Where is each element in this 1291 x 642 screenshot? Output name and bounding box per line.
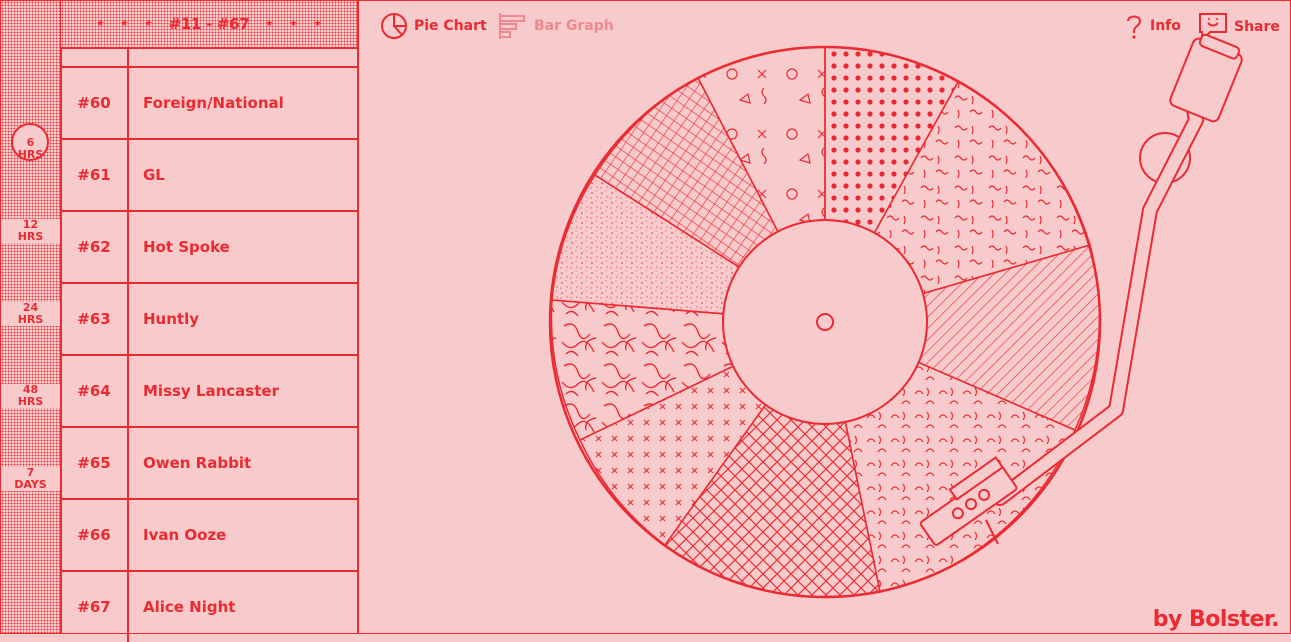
time-option-7-days[interactable]: 7 DAYS <box>1 467 60 491</box>
list-item[interactable]: #61 GL <box>61 140 357 212</box>
brand-logo[interactable]: by Bolster. <box>1153 607 1280 632</box>
list-item[interactable]: #66 Ivan Ooze <box>61 500 357 572</box>
star-icon: ★ <box>265 19 274 29</box>
list-item[interactable]: #63 Huntly <box>61 284 357 356</box>
artist-name: Hot Spoke <box>143 238 230 256</box>
time-option-6-hrs[interactable]: 6 HRS <box>1 123 60 161</box>
time-option-24-hrs[interactable]: 24 HRS <box>1 302 60 326</box>
rank-number: #63 <box>61 284 129 354</box>
rank-number: #64 <box>61 356 129 426</box>
rank-number: #60 <box>61 68 129 138</box>
star-icon: ★ <box>313 19 322 29</box>
list-item[interactable]: #67 Alice Night <box>61 572 357 642</box>
list-item[interactable]: #64 Missy Lancaster <box>61 356 357 428</box>
star-icon: ★ <box>144 19 153 29</box>
rank-number: #65 <box>61 428 129 498</box>
rank-range-label: #11 - #67 <box>168 15 250 33</box>
star-icon: ★ <box>120 19 129 29</box>
list-item[interactable]: #60 Foreign/National <box>61 68 357 140</box>
time-option-48-hrs[interactable]: 48 HRS <box>1 384 60 408</box>
rank-number: #67 <box>61 572 129 642</box>
rank-number: #62 <box>61 212 129 282</box>
artist-name: Ivan Ooze <box>143 526 227 544</box>
rank-number: #61 <box>61 140 129 210</box>
time-unit: DAYS <box>1 479 60 491</box>
artist-name: Missy Lancaster <box>143 382 279 400</box>
artist-name: GL <box>143 166 165 184</box>
rank-number: #66 <box>61 500 129 570</box>
rank-list-panel: ★ ★ ★ #11 - #67 ★ ★ ★ #60 Foreign/Nation… <box>61 1 359 642</box>
artist-name: Huntly <box>143 310 200 328</box>
time-unit: HRS <box>1 396 60 408</box>
vinyl-record <box>548 45 1102 599</box>
list-item[interactable]: #65 Owen Rabbit <box>61 428 357 500</box>
time-unit: HRS <box>17 148 44 161</box>
star-icon: ★ <box>96 19 105 29</box>
turntable-illustration <box>548 33 1243 599</box>
artist-name: Alice Night <box>143 598 236 616</box>
rank-range-header[interactable]: ★ ★ ★ #11 - #67 ★ ★ ★ <box>61 1 357 49</box>
time-option-12-hrs[interactable]: 12 HRS <box>1 219 60 243</box>
time-unit: HRS <box>1 231 60 243</box>
list-item-partial <box>61 49 357 68</box>
star-icon: ★ <box>289 19 298 29</box>
artist-name: Foreign/National <box>143 94 284 112</box>
time-range-rail: 6 HRS 12 HRS 24 HRS 48 HRS 7 DAYS <box>1 1 62 633</box>
time-unit: HRS <box>1 314 60 326</box>
list-item[interactable]: #62 Hot Spoke <box>61 212 357 284</box>
artist-name: Owen Rabbit <box>143 454 252 472</box>
